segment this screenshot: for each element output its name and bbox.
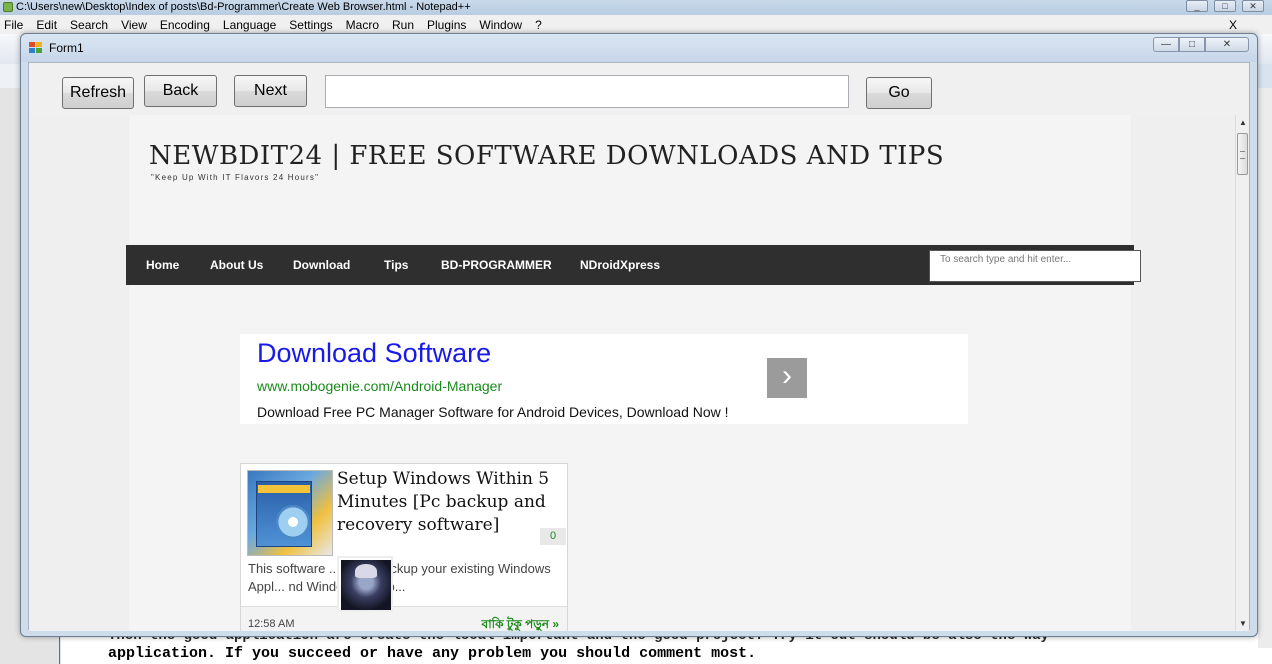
web-page: NEWBDIT24 | FREE SOFTWARE DOWNLOADS AND …: [129, 115, 1131, 631]
menu-edit[interactable]: Edit: [36, 18, 57, 32]
ad-arrow-button[interactable]: ›: [767, 358, 807, 398]
menu-close-document[interactable]: X: [1229, 18, 1237, 32]
ad-title-link[interactable]: Download Software: [257, 338, 491, 369]
notepad-menu-bar: File Edit Search View Encoding Language …: [0, 15, 1272, 34]
refresh-button[interactable]: Refresh: [62, 77, 134, 109]
nav-download[interactable]: Download: [293, 258, 350, 272]
notepad-scrollbar[interactable]: [1258, 88, 1272, 648]
notepad-close-button[interactable]: ✕: [1242, 0, 1264, 12]
author-avatar: [337, 556, 393, 612]
notepad-minimize-button[interactable]: _: [1186, 0, 1208, 12]
url-input[interactable]: [325, 75, 849, 108]
site-nav-bar: Home About Us Download Tips BD-PROGRAMME…: [126, 245, 1141, 285]
viewport-scrollbar[interactable]: ▲ ▼: [1235, 115, 1249, 631]
comment-count-badge[interactable]: 0: [540, 528, 566, 545]
notepad-window-controls: _ □ ✕: [1186, 0, 1264, 12]
post-card: Setup Windows Within 5 Minutes [Pc backu…: [240, 463, 568, 631]
notepad-title: C:\Users\new\Desktop\Index of posts\Bd-P…: [16, 1, 471, 13]
code-line: application. If you succeed or have any …: [108, 645, 757, 662]
post-time: 12:58 AM: [248, 618, 295, 630]
form-maximize-button[interactable]: □: [1179, 37, 1205, 52]
menu-search[interactable]: Search: [70, 18, 108, 32]
notepad-app-icon: [3, 2, 13, 12]
menu-help[interactable]: ?: [535, 18, 542, 32]
form-title: Form1: [49, 41, 84, 55]
menu-window[interactable]: Window: [479, 18, 522, 32]
nav-about-us[interactable]: About Us: [210, 258, 263, 272]
scroll-down-icon[interactable]: ▼: [1239, 619, 1247, 628]
menu-language[interactable]: Language: [223, 18, 276, 32]
ad-url[interactable]: www.mobogenie.com/Android-Manager: [257, 378, 502, 394]
notepad-title-bar: C:\Users\new\Desktop\Index of posts\Bd-P…: [0, 0, 1272, 15]
post-footer: 12:58 AM বাকি টুকু পড়ুন »: [241, 606, 567, 631]
nav-home[interactable]: Home: [146, 258, 179, 272]
nav-bd-programmer[interactable]: BD-PROGRAMMER: [441, 258, 552, 272]
form-title-bar: Form1 — □ ✕: [21, 34, 1257, 62]
menu-run[interactable]: Run: [392, 18, 414, 32]
read-more-link[interactable]: বাকি টুকু পড়ুন »: [482, 616, 559, 631]
post-title-link[interactable]: Setup Windows Within 5 Minutes [Pc backu…: [337, 468, 562, 537]
post-excerpt: This software ... ue to backup your exis…: [248, 561, 551, 594]
form-window-controls: — □ ✕: [1153, 37, 1249, 52]
menu-file[interactable]: File: [4, 18, 23, 32]
form-close-button[interactable]: ✕: [1205, 37, 1249, 52]
menu-settings[interactable]: Settings: [289, 18, 332, 32]
form-app-icon: [29, 42, 43, 54]
browser-viewport[interactable]: NEWBDIT24 | FREE SOFTWARE DOWNLOADS AND …: [29, 115, 1235, 631]
post-thumbnail[interactable]: [247, 470, 333, 556]
notepad-maximize-button[interactable]: □: [1214, 0, 1236, 12]
menu-plugins[interactable]: Plugins: [427, 18, 466, 32]
scroll-up-icon[interactable]: ▲: [1239, 118, 1247, 127]
menu-encoding[interactable]: Encoding: [160, 18, 210, 32]
site-tagline: "Keep Up With IT Flavors 24 Hours": [151, 173, 320, 182]
scrollbar-thumb[interactable]: [1237, 133, 1248, 175]
site-search-input[interactable]: To search type and hit enter...: [929, 250, 1141, 282]
ad-description: Download Free PC Manager Software for An…: [257, 404, 729, 420]
next-button[interactable]: Next: [234, 75, 307, 107]
form-window: Form1 — □ ✕ Refresh Back Next Go NEWBDIT…: [20, 33, 1258, 637]
form-minimize-button[interactable]: —: [1153, 37, 1179, 52]
site-title[interactable]: NEWBDIT24 | FREE SOFTWARE DOWNLOADS AND …: [149, 141, 944, 171]
menu-macro[interactable]: Macro: [346, 18, 379, 32]
ad-box: Download Software www.mobogenie.com/Andr…: [240, 334, 968, 424]
menu-view[interactable]: View: [121, 18, 147, 32]
go-button[interactable]: Go: [866, 77, 932, 109]
nav-ndroidxpress[interactable]: NDroidXpress: [580, 258, 660, 272]
form-client-area: Refresh Back Next Go NEWBDIT24 | FREE SO…: [28, 62, 1250, 631]
nav-tips[interactable]: Tips: [384, 258, 408, 272]
back-button[interactable]: Back: [144, 75, 217, 107]
